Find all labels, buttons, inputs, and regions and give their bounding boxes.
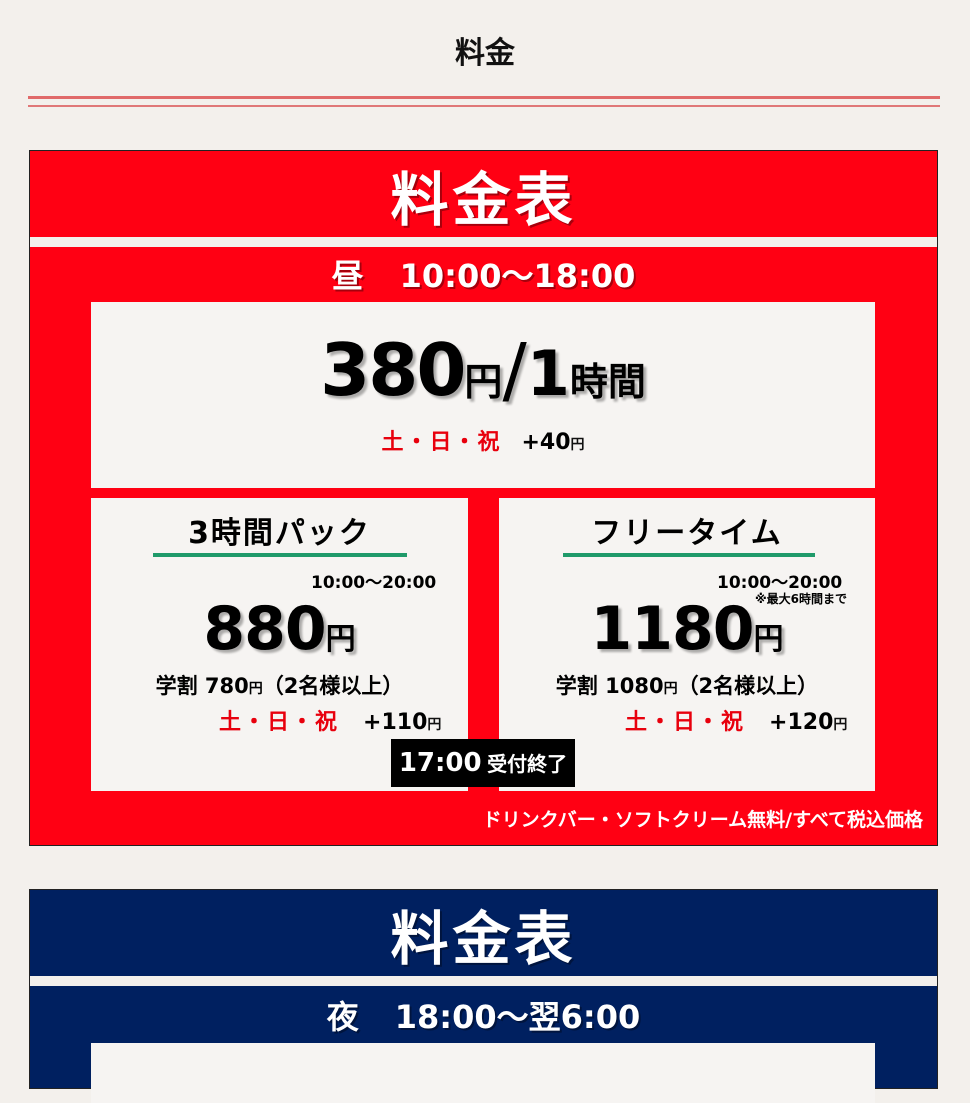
period-label: 夜 (326, 998, 359, 1036)
student-yen: 円 (248, 681, 263, 697)
freetime-student-discount: 学割 1080円（2名様以上） (499, 670, 875, 700)
price-footnote: ドリンクバー・ソフトクリーム無料/すべて税込価格 (482, 809, 923, 831)
pack-price: 880円 (91, 594, 468, 664)
price-table-header: 料金表 (390, 166, 577, 234)
surcharge-days: 土・日・祝 (381, 430, 502, 455)
header-divider (30, 976, 937, 986)
pack-title: 3時間パック (188, 516, 371, 551)
yen-unit: 円 (464, 360, 503, 404)
pack-price-value: 880 (203, 594, 326, 664)
surcharge-yen: 円 (833, 717, 848, 733)
pack-hours: 10:00～20:00 (311, 573, 437, 593)
reception-cutoff-badge: 17:00 受付終了 (391, 739, 575, 787)
pack-surcharge: 土・日・祝 +110円 (91, 704, 468, 736)
student-price: 1080 (605, 674, 664, 698)
surcharge-yen: 円 (427, 717, 442, 733)
pack-student-discount: 学割 780円（2名様以上） (91, 670, 468, 700)
yen-unit: 円 (325, 622, 356, 657)
hourly-price: 380円/1時間 (91, 328, 875, 412)
freetime-surcharge: 土・日・祝 +120円 (499, 704, 875, 736)
student-label: 学割 (555, 674, 598, 698)
night-price-card: 料金表 夜 18:00～翌6:00 (29, 889, 938, 1103)
student-condition: （2名様以上） (262, 674, 404, 698)
period-label: 昼 (331, 257, 364, 295)
hourly-duration: 1 (526, 337, 570, 410)
day-price-card: 料金表 昼 10:00～18:00 380円/1時間 土・日・祝 +40円 3時間パ… (29, 150, 938, 846)
freetime-price-value: 1180 (590, 594, 755, 664)
cutoff-time: 17:00 (398, 748, 482, 778)
freetime-price: 1180円 (499, 594, 875, 664)
title-divider-secondary (28, 105, 940, 107)
student-price: 780 (204, 674, 249, 698)
student-yen: 円 (663, 681, 678, 697)
surcharge-amount: +110 (363, 710, 428, 735)
period-hours: 18:00～翌6:00 (394, 998, 641, 1036)
hourly-rate-panel: 380円/1時間 土・日・祝 +40円 (91, 302, 875, 488)
surcharge-yen: 円 (570, 437, 585, 453)
freetime-title: フリータイム (591, 516, 783, 551)
hour-unit: 時間 (569, 360, 646, 404)
header-divider (30, 237, 937, 247)
student-condition: （2名様以上） (677, 674, 819, 698)
period-hours: 10:00～18:00 (399, 257, 636, 295)
price-table-header: 料金表 (390, 905, 577, 973)
title-divider (28, 96, 940, 99)
hourly-price-value: 380 (320, 328, 466, 412)
price-slash: / (502, 328, 527, 412)
day-period-heading: 昼 10:00～18:00 (30, 251, 937, 301)
yen-unit: 円 (753, 622, 784, 657)
surcharge-amount: +120 (769, 710, 834, 735)
freetime-title-underline (563, 553, 815, 557)
surcharge-days: 土・日・祝 (625, 710, 746, 735)
surcharge-amount: +40 (521, 430, 571, 455)
night-rate-panel (91, 1043, 875, 1103)
pack-title-underline (153, 553, 407, 557)
hourly-surcharge: 土・日・祝 +40円 (91, 424, 875, 456)
page-title: 料金 (455, 36, 515, 71)
night-period-heading: 夜 18:00～翌6:00 (30, 992, 937, 1042)
surcharge-days: 土・日・祝 (219, 710, 340, 735)
student-label: 学割 (155, 674, 198, 698)
cutoff-label: 受付終了 (487, 752, 568, 776)
